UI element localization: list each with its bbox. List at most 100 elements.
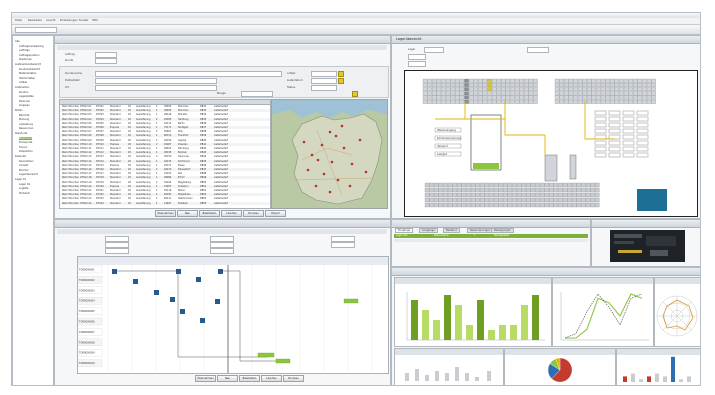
table-row[interactable]: Werk München OTR12-04 DTX04 Standard 20 Ausli… — [60, 117, 270, 121]
tree-item[interactable]: Materialdaten — [19, 72, 36, 75]
menu-file[interactable]: Datei — [15, 19, 22, 22]
artikel-lookup-button[interactable] — [338, 71, 344, 77]
tab-1[interactable]: Ausgänge — [419, 228, 438, 233]
tree-item[interactable]: Kundenübersicht — [19, 68, 40, 71]
lager-input[interactable] — [424, 47, 444, 53]
tree-item[interactable]: Auslastung — [19, 123, 33, 126]
tree-item[interactable]: Kalender — [15, 155, 26, 158]
action-button[interactable]: Export — [265, 210, 286, 217]
menu-view[interactable]: Ansicht — [46, 19, 56, 22]
table-row[interactable]: Werk München OTR12-22 DTX22 Standard 20 Ausli… — [60, 193, 270, 197]
tree-item[interactable]: Cockpit — [19, 164, 28, 167]
menu-settings[interactable]: Einstellungen — [60, 19, 78, 22]
table-row[interactable]: Werk München OTR12-18 DTX18 Standard 20 Ausli… — [60, 176, 270, 180]
tree-item[interactable]: Artikel — [19, 81, 27, 84]
action-button[interactable]: Drucken — [243, 210, 264, 217]
menge-input[interactable] — [241, 91, 273, 97]
table-row[interactable]: Werk München OTR12-10 DTX10 Express 20 Auslie… — [60, 142, 270, 146]
tree-item[interactable]: Disposition — [19, 150, 33, 153]
status-input[interactable] — [311, 85, 337, 91]
tree-item[interactable]: Lieferanten — [15, 86, 29, 89]
tree-item[interactable]: Kennzahlen — [19, 160, 33, 163]
table-row[interactable]: Werk München OTR12-16 DTX16 Standard 20 Ausli… — [60, 168, 270, 171]
table-row[interactable]: Werk München OTR12-20 DTX20 Express 20 Auslie… — [60, 184, 270, 188]
artikel-input[interactable] — [311, 71, 337, 77]
table-row[interactable]: Werk München OTR12-24 DTX24 Standard 20 Ausli… — [60, 201, 270, 205]
table-row[interactable]: Werk München OTR12-15 DTX15 Express 20 Auslie… — [60, 163, 270, 167]
tab-2[interactable]: Bestand — [443, 228, 460, 233]
table-row[interactable]: Werk München OTR12-11 DTX11 Standard 20 Ausli… — [60, 147, 270, 150]
selected-stock-row[interactable]: Lager A01 Rollcontainer 1 Bereitgestellt — [394, 234, 588, 238]
table-row[interactable]: Werk München OTR12-13 DTX13 Standard 20 Ausli… — [60, 155, 270, 159]
gantt-zeitraum-input[interactable] — [210, 248, 234, 254]
action-button[interactable]: Neu — [177, 210, 198, 217]
tree-item[interactable]: Personal — [19, 100, 30, 103]
table-row[interactable]: Werk München OTR12-23 DTX23 Standard 20 Ausli… — [60, 197, 270, 201]
tree-item[interactable]: Berichte — [19, 114, 29, 117]
tab-0[interactable]: Eingänge — [395, 228, 414, 233]
action-button[interactable]: Bearbeiten — [239, 375, 260, 382]
tree-item[interactable]: Monitor — [19, 169, 29, 172]
tree-item[interactable]: Rollen — [15, 109, 23, 112]
tree-item[interactable]: Alle — [15, 40, 20, 43]
kundenname-input[interactable] — [95, 71, 282, 77]
tab-3[interactable]: Reservierungen — [467, 228, 494, 233]
tab-4[interactable]: Bewegungen — [491, 228, 514, 233]
table-row[interactable]: Werk München OTR12-01 DTX01 Standard 20 Ausli… — [60, 105, 270, 108]
tree-item[interactable]: Lagerplätze — [19, 95, 34, 98]
tree-item[interactable]: Stammdaten — [19, 77, 35, 80]
tree-item[interactable]: Standorte — [15, 132, 27, 135]
search-go-button[interactable] — [352, 91, 358, 97]
tree-item[interactable]: Auftragsposition — [19, 54, 39, 57]
tree-item[interactable]: Planung — [19, 118, 29, 121]
ebene-input[interactable] — [408, 54, 426, 60]
action-button[interactable]: Neu — [217, 375, 238, 382]
warehouse-layout[interactable]: Wareneingang Kommissionierung Versand Leerg… — [404, 70, 698, 217]
tree-item[interactable]: Protokoll — [19, 192, 30, 195]
action-button[interactable]: Drucken — [283, 375, 304, 382]
kunde-input[interactable] — [95, 58, 117, 64]
stock-row[interactable] — [394, 239, 588, 242]
lieferdatum-input[interactable] — [311, 78, 337, 84]
gantt-filter-input[interactable] — [105, 248, 129, 254]
menu-help[interactable]: Hilfe — [92, 19, 98, 22]
table-row[interactable]: Werk München OTR12-12 DTX12 Standard 20 Ausli… — [60, 151, 270, 155]
table-row[interactable]: Werk München OTR12-05 DTX05 Standard 20 Ausli… — [60, 121, 270, 125]
gantt-chart[interactable]: TOR0000001 TOR0000002 TOR0000003 TOR0000004… — [77, 256, 389, 374]
table-row[interactable]: Werk München OTR12-09 DTX09 Standard 20 Ausli… — [60, 138, 270, 142]
action-button[interactable]: Löschen — [221, 210, 242, 217]
gantt-status-input[interactable] — [331, 242, 355, 248]
tree-item[interactable]: Positionen — [19, 58, 32, 61]
tree-item[interactable]: Auftragsverwaltung — [19, 45, 44, 48]
tree-item[interactable]: Kunden — [19, 91, 28, 94]
tree-item[interactable]: Logistik — [19, 187, 29, 190]
tree-item[interactable]: Lieferantenübersicht — [15, 63, 41, 66]
menu-edit[interactable]: Bearbeiten — [28, 19, 42, 22]
table-row[interactable]: Werk München OTR12-14 DTX14 Standard 20 Ausli… — [60, 159, 270, 163]
action-button[interactable]: Übernehmen — [155, 210, 176, 217]
table-row[interactable]: Werk München OTR12-21 DTX21 Standard 20 Ausli… — [60, 189, 270, 192]
bereich-input[interactable] — [527, 47, 549, 53]
tree-item[interactable]: Ressourcen — [19, 127, 33, 130]
lieferdatum-picker-button[interactable] — [338, 78, 344, 84]
table-row[interactable]: Werk München OTR12-02 DTX02 Standard 20 Ausli… — [60, 109, 270, 113]
action-button[interactable]: Bearbeiten — [199, 210, 220, 217]
germany-map[interactable] — [271, 99, 388, 209]
table-row[interactable]: Werk München OTR12-08 DTX08 Standard 20 Ausli… — [60, 134, 270, 138]
ort-input[interactable] — [95, 85, 217, 91]
table-row[interactable]: Werk München OTR12-06 DTX06 Express 20 Auslie… — [60, 126, 270, 129]
tree-item[interactable]: Gruppen — [19, 104, 30, 107]
fach-input[interactable] — [408, 61, 426, 67]
menu-window[interactable]: Fenster — [79, 19, 89, 22]
table-row[interactable]: Werk München OTR12-17 DTX17 Standard 20 Ausli… — [60, 172, 270, 176]
tree-item[interactable]: Touren — [19, 146, 27, 149]
tree-item[interactable]: Lager 01 — [15, 178, 26, 181]
tree-item[interactable]: Transporte — [19, 141, 32, 144]
table-row[interactable]: Werk München OTR12-19 DTX19 Standard 20 Ausli… — [60, 180, 270, 184]
tree-item[interactable]: Lagerübersicht — [19, 173, 38, 176]
global-search-input[interactable] — [15, 27, 57, 33]
table-row[interactable]: Werk München OTR12-03 DTX03 Standard 20 Ausli… — [60, 113, 270, 117]
tree-item[interactable]: Maschinen — [19, 136, 33, 140]
tree-item[interactable]: Lager 02 — [19, 183, 30, 186]
action-button[interactable]: Übernehmen — [195, 375, 216, 382]
